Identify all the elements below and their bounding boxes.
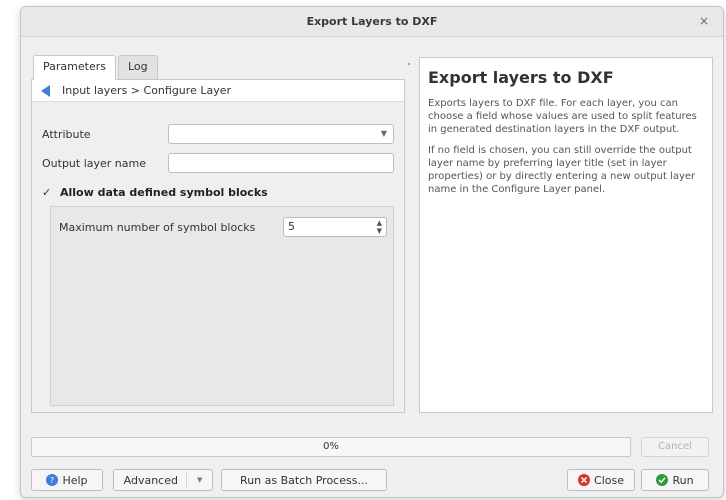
advanced-button[interactable]: Advanced ▼ xyxy=(113,469,213,491)
run-icon xyxy=(656,474,669,486)
dialog-title: Export Layers to DXF xyxy=(306,15,438,28)
max-symbol-blocks-value: 5 xyxy=(288,220,295,233)
checkmark-icon: ✓ xyxy=(42,185,52,199)
configure-layer-form: Attribute ▼ Output layer name ✓ Allow da… xyxy=(32,102,404,412)
tab-bar: Parameters Log xyxy=(33,55,160,80)
help-button[interactable]: ? Help xyxy=(31,469,103,491)
progress-bar: 0% xyxy=(31,437,631,457)
progress-text: 0% xyxy=(323,441,339,452)
output-layer-name-label: Output layer name xyxy=(42,157,146,170)
run-button[interactable]: Run xyxy=(641,469,709,491)
svg-text:?: ? xyxy=(50,476,54,485)
export-dxf-dialog: Export Layers to DXF × Parameters Log In… xyxy=(20,6,724,498)
advanced-button-label: Advanced xyxy=(123,473,178,487)
tab-parameters[interactable]: Parameters xyxy=(33,55,116,80)
close-button[interactable]: Close xyxy=(567,469,635,491)
help-icon: ? xyxy=(46,474,59,486)
title-bar: Export Layers to DXF × xyxy=(21,7,723,37)
close-icon xyxy=(578,474,591,486)
attribute-label: Attribute xyxy=(42,128,91,141)
help-button-label: Help xyxy=(62,473,88,487)
tab-log[interactable]: Log xyxy=(117,55,158,79)
parameters-panel: Input layers > Configure Layer Attribute… xyxy=(31,79,405,413)
max-symbol-blocks-label: Maximum number of symbol blocks xyxy=(59,221,256,234)
spin-arrows-icon[interactable]: ▲ ▼ xyxy=(377,219,382,235)
allow-symbol-blocks-label: Allow data defined symbol blocks xyxy=(60,185,268,199)
breadcrumb: Input layers > Configure Layer xyxy=(32,80,404,102)
chevron-down-icon: ▼ xyxy=(196,476,203,484)
help-paragraph-1: Exports layers to DXF file. For each lay… xyxy=(428,98,697,135)
help-title: Export layers to DXF xyxy=(428,68,614,87)
help-panel: Export layers to DXF Exports layers to D… xyxy=(419,57,713,413)
splitter-handle[interactable] xyxy=(408,63,410,65)
breadcrumb-text: Input layers > Configure Layer xyxy=(62,84,231,97)
attribute-combobox[interactable]: ▼ xyxy=(168,124,394,144)
help-paragraph-2: If no field is chosen, you can still ove… xyxy=(428,145,696,195)
back-arrow-icon[interactable] xyxy=(38,83,54,99)
close-window-icon[interactable]: × xyxy=(697,14,711,28)
advanced-separator xyxy=(185,473,187,487)
run-button-label: Run xyxy=(672,473,694,487)
cancel-button[interactable]: Cancel xyxy=(641,437,709,457)
batch-process-button[interactable]: Run as Batch Process... xyxy=(221,469,387,491)
symbol-blocks-group: Maximum number of symbol blocks 5 ▲ ▼ xyxy=(50,206,394,406)
output-layer-name-input[interactable] xyxy=(168,153,394,173)
close-button-label: Close xyxy=(594,473,624,487)
allow-symbol-blocks-checkbox[interactable]: ✓ Allow data defined symbol blocks xyxy=(42,184,268,200)
max-symbol-blocks-spinbox[interactable]: 5 ▲ ▼ xyxy=(283,217,387,237)
chevron-down-icon: ▼ xyxy=(380,129,387,138)
